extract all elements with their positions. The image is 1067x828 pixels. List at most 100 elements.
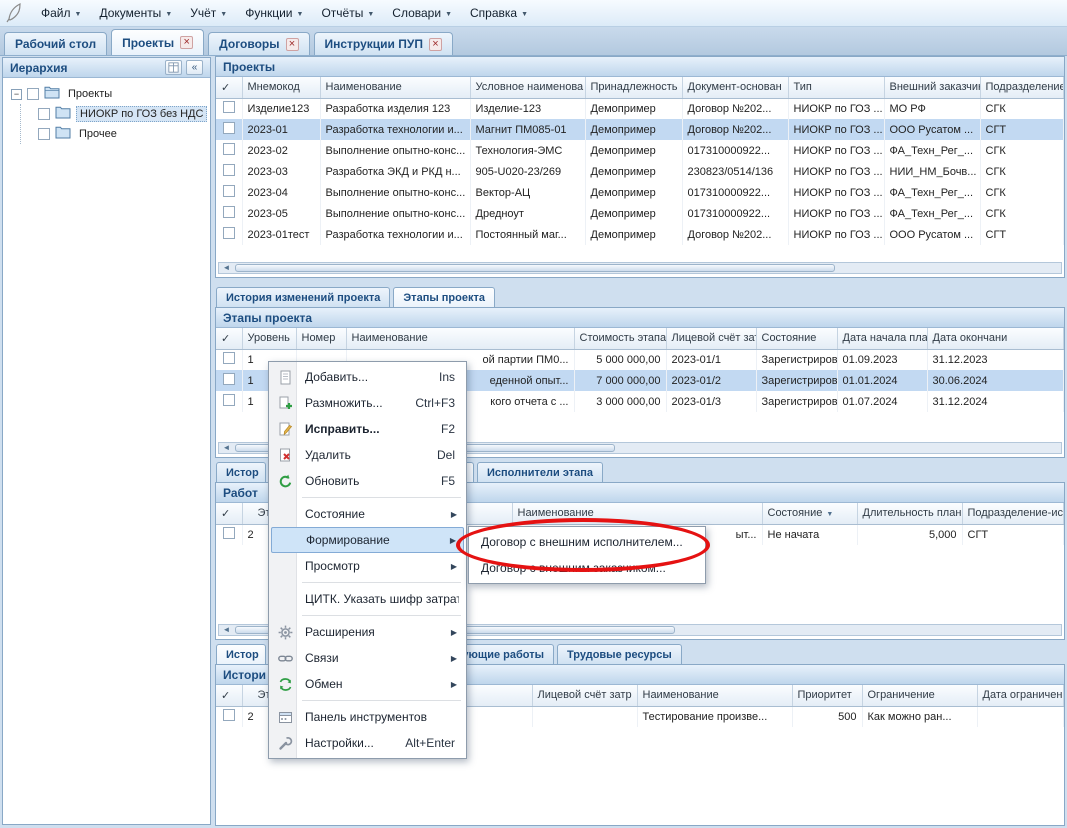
table-row[interactable]: 2023-02 Выполнение опытно-конс... Технол… bbox=[216, 140, 1064, 161]
submenu-item-external-customer[interactable]: Договор с внешним заказчиком... bbox=[471, 555, 703, 581]
column-header[interactable]: Ограничение bbox=[862, 685, 977, 706]
row-checkbox[interactable] bbox=[223, 143, 235, 155]
column-header[interactable]: Тип bbox=[788, 77, 884, 98]
menu-item-state[interactable]: Состояние ▶ bbox=[271, 501, 464, 527]
row-checkbox[interactable] bbox=[223, 164, 235, 176]
table-row[interactable]: 2023-01 Разработка технологии и... Магни… bbox=[216, 119, 1064, 140]
scroll-left-icon[interactable]: ◄ bbox=[220, 625, 233, 635]
tab-labor-resources[interactable]: Трудовые ресурсы bbox=[557, 644, 682, 664]
row-checkbox[interactable] bbox=[223, 352, 235, 364]
column-header[interactable]: Дата ограничени bbox=[977, 685, 1064, 706]
column-header[interactable]: Наименование bbox=[512, 503, 762, 524]
menu-item-toolbar[interactable]: Панель инструментов bbox=[271, 704, 464, 730]
column-header[interactable]: Документ-основан bbox=[682, 77, 788, 98]
menu-item-links[interactable]: Связи ▶ bbox=[271, 645, 464, 671]
column-header[interactable]: Подразделение bbox=[980, 77, 1064, 98]
horizontal-scrollbar[interactable]: ◄ bbox=[218, 262, 1062, 274]
column-header[interactable]: Лицевой счёт затр bbox=[532, 685, 637, 706]
scroll-left-icon[interactable]: ◄ bbox=[220, 263, 233, 273]
tab-project-stages[interactable]: Этапы проекта bbox=[393, 287, 495, 307]
row-checkbox[interactable] bbox=[223, 122, 235, 134]
close-icon[interactable]: × bbox=[180, 36, 193, 49]
tab-stage-executors[interactable]: Исполнители этапа bbox=[477, 462, 603, 482]
menu-item-settings[interactable]: Настройки... Alt+Enter bbox=[271, 730, 464, 756]
row-checkbox[interactable] bbox=[223, 185, 235, 197]
column-header[interactable]: Дата начала план bbox=[837, 328, 927, 349]
menu-item-add[interactable]: Добавить... Ins bbox=[271, 364, 464, 390]
column-header[interactable]: Дата окончани bbox=[927, 328, 1064, 349]
submenu-item-external-contractor[interactable]: Договор с внешним исполнителем... bbox=[471, 529, 703, 555]
tab-projects[interactable]: Проекты× bbox=[111, 29, 204, 55]
tree-node-other[interactable]: Прочее bbox=[34, 124, 206, 144]
table-row[interactable]: 2023-01тест Разработка технологии и... П… bbox=[216, 224, 1064, 245]
find-icon[interactable] bbox=[165, 60, 182, 75]
menu-item-citk-code[interactable]: ЦИТК. Указать шифр затрат... bbox=[271, 586, 464, 612]
tab-project-history[interactable]: История изменений проекта bbox=[216, 287, 390, 307]
close-icon[interactable]: × bbox=[429, 38, 442, 51]
tab-history[interactable]: Истор bbox=[216, 644, 266, 664]
menu-item-extensions[interactable]: Расширения ▶ bbox=[271, 619, 464, 645]
cell: Выполнение опытно-конс... bbox=[320, 182, 470, 203]
collapse-panel-icon[interactable]: « bbox=[186, 60, 203, 75]
menubar-item[interactable]: Документы ▼ bbox=[90, 2, 181, 24]
column-header[interactable]: ✓ bbox=[216, 77, 242, 98]
scroll-thumb[interactable] bbox=[235, 264, 835, 272]
column-header[interactable]: ✓ bbox=[216, 685, 242, 706]
column-header[interactable]: Стоимость этапа bbox=[574, 328, 666, 349]
tab-instructions[interactable]: Инструкции ПУП× bbox=[314, 32, 453, 55]
row-checkbox[interactable] bbox=[223, 206, 235, 218]
column-header[interactable]: Состояние bbox=[756, 328, 837, 349]
close-icon[interactable]: × bbox=[286, 38, 299, 51]
tree-checkbox[interactable] bbox=[38, 128, 50, 140]
row-checkbox[interactable] bbox=[223, 101, 235, 113]
row-checkbox[interactable] bbox=[223, 227, 235, 239]
column-header[interactable]: Состояние bbox=[762, 503, 857, 524]
row-checkbox[interactable] bbox=[223, 527, 235, 539]
column-header[interactable]: Подразделение-испо bbox=[962, 503, 1064, 524]
table-row[interactable]: 2023-03 Разработка ЭКД и РКД н... 905-U0… bbox=[216, 161, 1064, 182]
menu-item-formation[interactable]: Формирование ▶ bbox=[271, 527, 464, 553]
column-header[interactable]: Наименование bbox=[637, 685, 792, 706]
column-header[interactable]: Длительность план bbox=[857, 503, 962, 524]
table-row[interactable]: 2023-04 Выполнение опытно-конс... Вектор… bbox=[216, 182, 1064, 203]
menu-item-exchange[interactable]: Обмен ▶ bbox=[271, 671, 464, 697]
column-header[interactable]: Мнемокод bbox=[242, 77, 320, 98]
menubar-item[interactable]: Файл ▼ bbox=[32, 2, 90, 24]
row-checkbox[interactable] bbox=[223, 709, 235, 721]
column-header[interactable]: Наименование bbox=[320, 77, 470, 98]
menubar-item[interactable]: Справка ▼ bbox=[461, 2, 537, 24]
menu-item-refresh[interactable]: Обновить F5 bbox=[271, 468, 464, 494]
column-header[interactable]: Номер bbox=[296, 328, 346, 349]
table-row[interactable]: 2023-05 Выполнение опытно-конс... Дредно… bbox=[216, 203, 1064, 224]
column-header[interactable]: ✓ bbox=[216, 328, 242, 349]
table-row[interactable]: Изделие123 Разработка изделия 123 Издели… bbox=[216, 98, 1064, 119]
tab-desktop[interactable]: Рабочий стол bbox=[4, 32, 107, 55]
column-header[interactable]: ✓ bbox=[216, 503, 242, 524]
row-checkbox[interactable] bbox=[223, 394, 235, 406]
collapse-node-icon[interactable]: − bbox=[11, 89, 22, 100]
column-header[interactable]: Принадлежность bbox=[585, 77, 682, 98]
menubar-item[interactable]: Отчёты ▼ bbox=[312, 2, 383, 24]
menu-item-duplicate[interactable]: Размножить... Ctrl+F3 bbox=[271, 390, 464, 416]
tree-node-projects[interactable]: − Проекты bbox=[7, 84, 206, 104]
tree-checkbox[interactable] bbox=[27, 88, 39, 100]
menu-item-view[interactable]: Просмотр ▶ bbox=[271, 553, 464, 579]
menubar-item[interactable]: Словари ▼ bbox=[383, 2, 461, 24]
menubar-item[interactable]: Учёт ▼ bbox=[181, 2, 236, 24]
column-header[interactable]: Условное наименова bbox=[470, 77, 585, 98]
cell: 5,000 bbox=[857, 524, 962, 545]
tree-node-niokr[interactable]: НИОКР по ГОЗ без НДС bbox=[34, 104, 206, 124]
row-checkbox[interactable] bbox=[223, 373, 235, 385]
scroll-left-icon[interactable]: ◄ bbox=[220, 443, 233, 453]
column-header[interactable]: Приоритет bbox=[792, 685, 862, 706]
tree-checkbox[interactable] bbox=[38, 108, 50, 120]
menu-item-edit[interactable]: Исправить... F2 bbox=[271, 416, 464, 442]
column-header[interactable]: Наименование bbox=[346, 328, 574, 349]
tab-contracts[interactable]: Договоры× bbox=[208, 32, 309, 55]
column-header[interactable]: Внешний заказчик bbox=[884, 77, 980, 98]
column-header[interactable]: Лицевой счёт затрат. bbox=[666, 328, 756, 349]
menu-item-delete[interactable]: Удалить Del bbox=[271, 442, 464, 468]
tab-work-history[interactable]: Истор bbox=[216, 462, 266, 482]
menubar-item[interactable]: Функции ▼ bbox=[236, 2, 312, 24]
column-header[interactable]: Уровень bbox=[242, 328, 296, 349]
